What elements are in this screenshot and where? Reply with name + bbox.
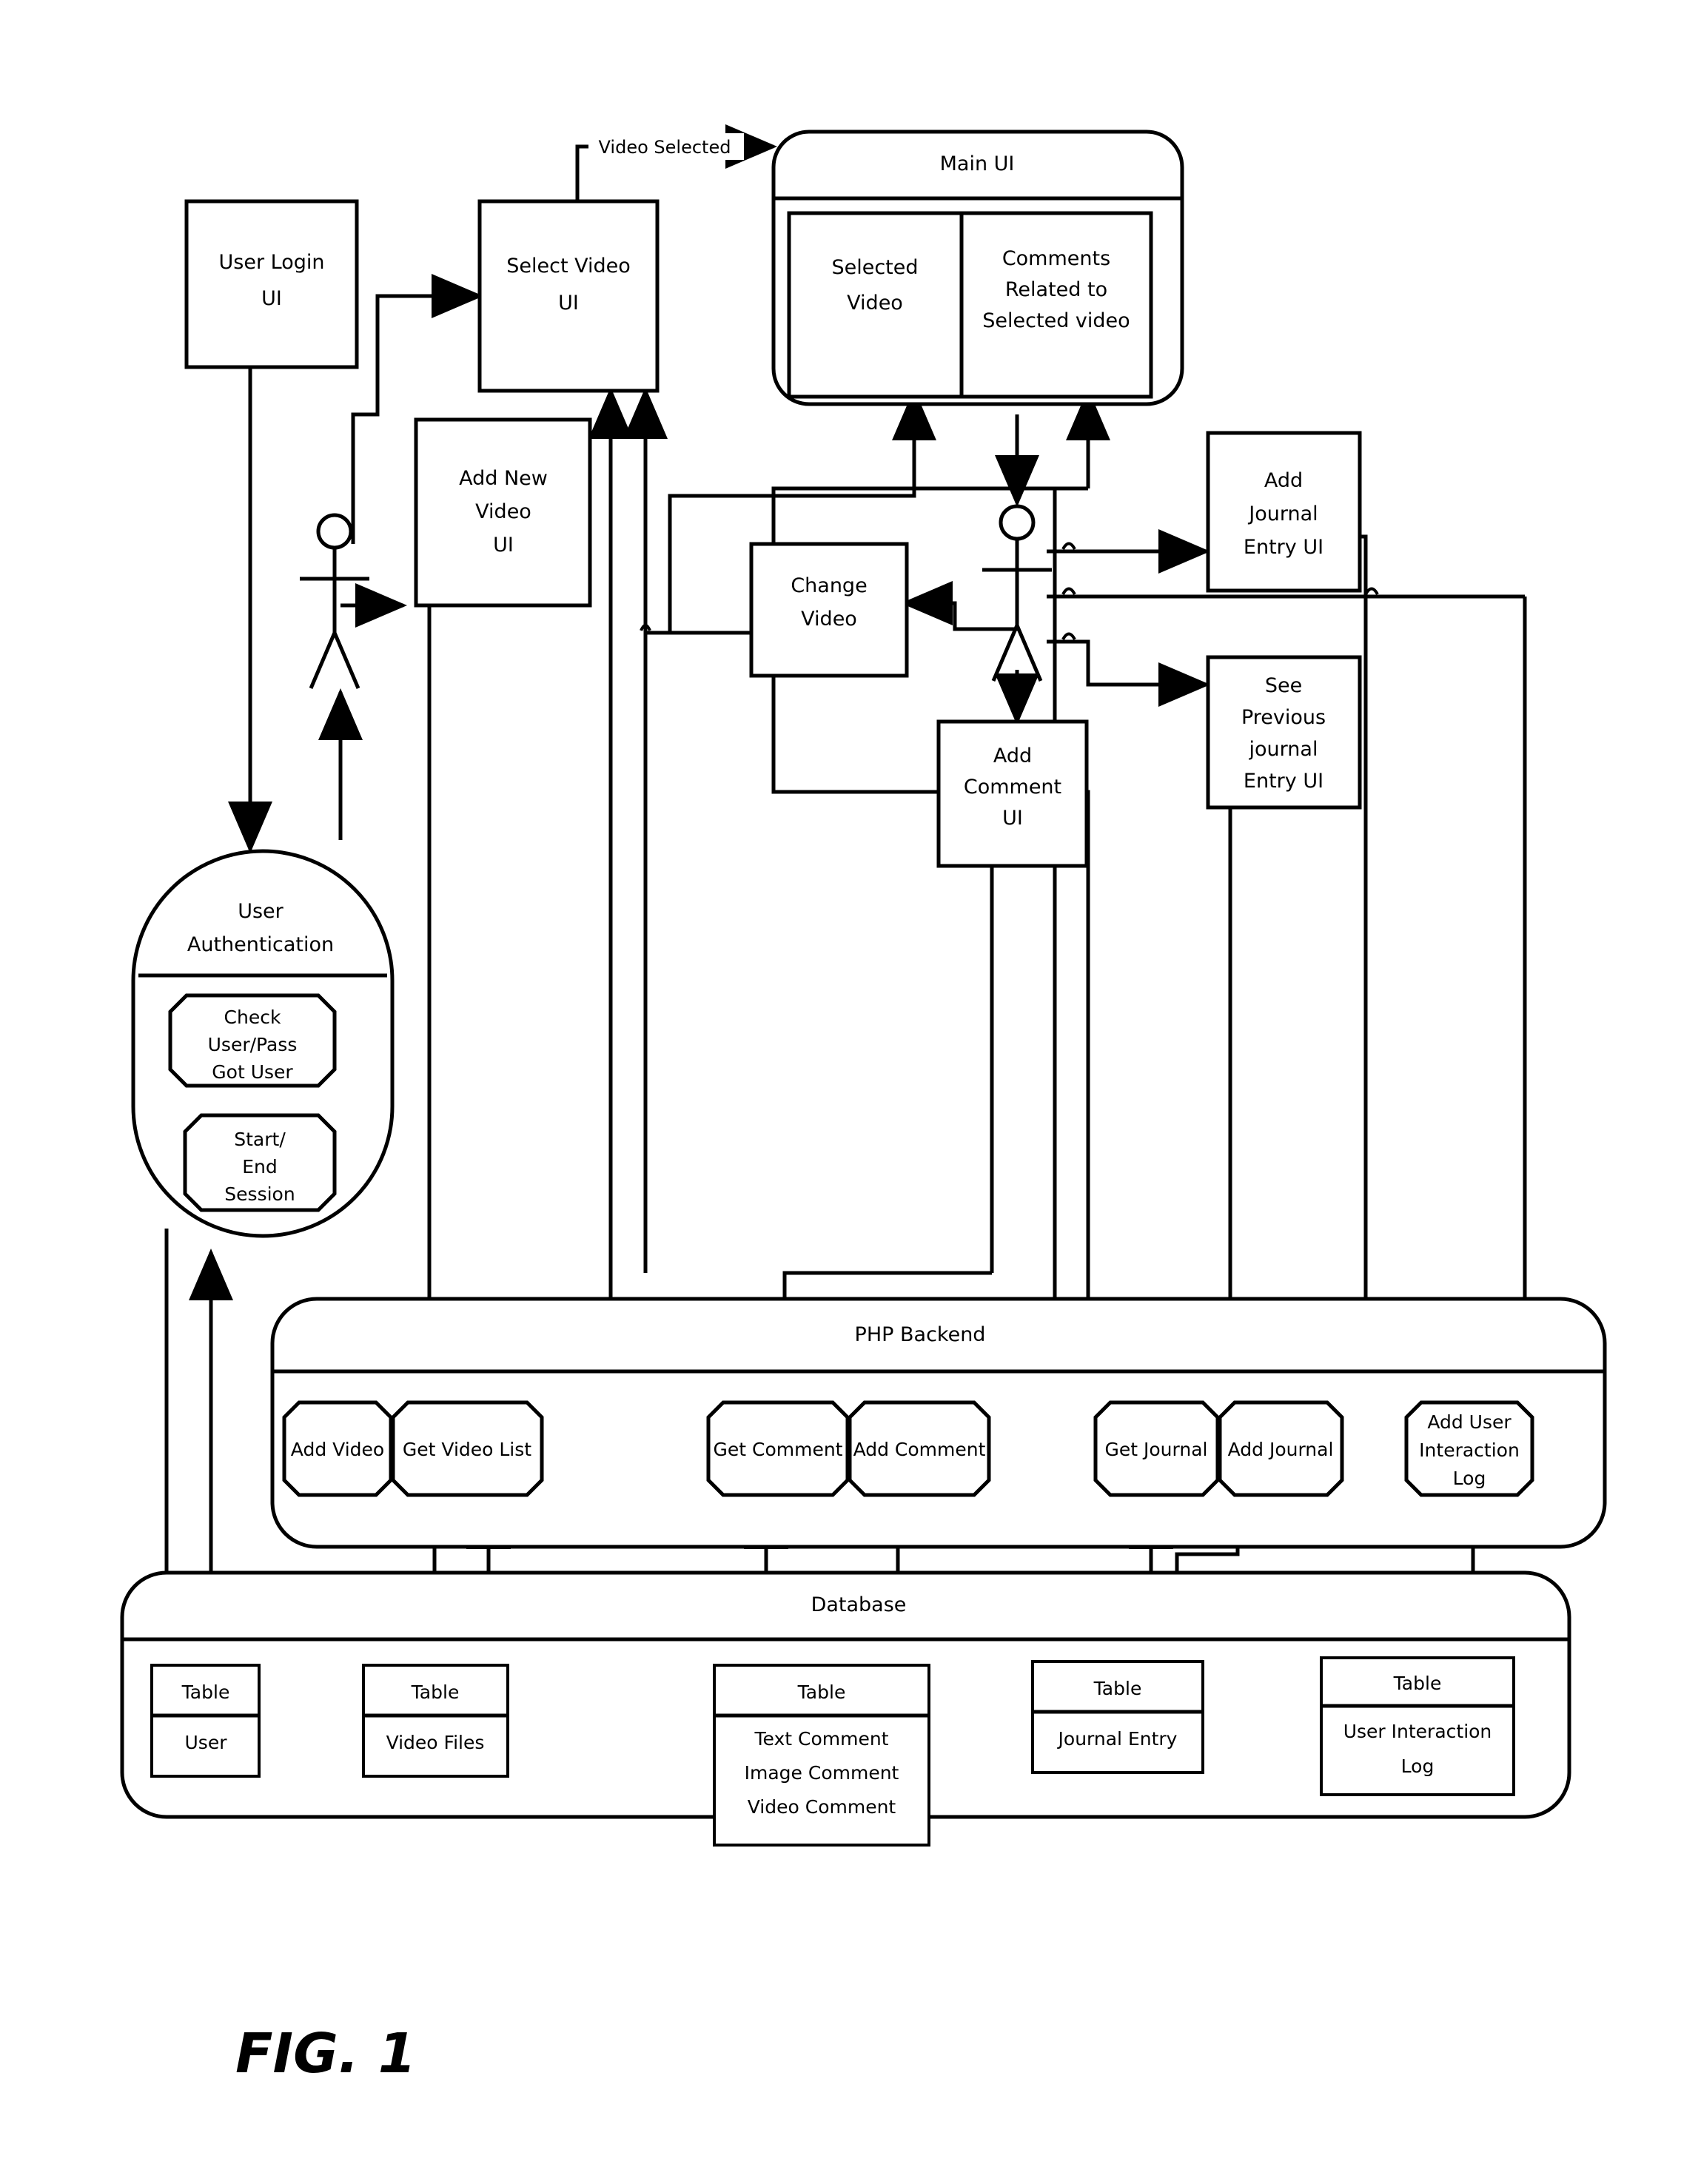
add-journal-entry-ui-label-2: Journal: [1247, 503, 1318, 525]
db-table-comments[interactable]: Table Text Comment Image Comment Video C…: [713, 1664, 930, 1847]
add-comment-ui-label-3: UI: [1002, 807, 1023, 830]
comments-label-1: Comments: [1002, 247, 1110, 270]
add-new-video-ui-label-3: UI: [493, 534, 514, 557]
db-table-user-header: Table: [181, 1681, 230, 1703]
node-add-comment-ui[interactable]: Add Comment UI: [936, 719, 1089, 868]
add-comment-ui-label-2: Comment: [964, 776, 1061, 799]
check-user-pass-label-3: Got User: [212, 1061, 293, 1083]
actor-right-head-icon: [999, 504, 1036, 541]
node-main-ui[interactable]: Main UI Selected Video Comments Related …: [771, 130, 1184, 406]
backend-service-get-journal-label: Get Journal: [1105, 1439, 1208, 1460]
edge-label-video-selected: Video Selected: [588, 133, 744, 160]
db-table-comments-row-2: Image Comment: [745, 1762, 899, 1784]
backend-service-add-comment-label: Add Comment: [853, 1439, 986, 1460]
db-table-user-row-1: User: [185, 1732, 228, 1753]
db-table-video-files-row-1: Video Files: [386, 1732, 485, 1753]
see-previous-journal-label-4: Entry UI: [1244, 770, 1323, 793]
check-user-pass-label-1: Check: [224, 1007, 281, 1028]
db-table-journal-entry-row-1: Journal Entry: [1057, 1728, 1178, 1750]
backend-service-adduserlog-label-3: Log: [1453, 1468, 1486, 1489]
node-add-new-video-ui[interactable]: Add New Video UI: [414, 417, 592, 608]
user-login-ui-label-2: UI: [261, 287, 282, 310]
video-selected-label: Video Selected: [599, 137, 731, 158]
see-previous-journal-label-1: See: [1265, 674, 1302, 697]
see-previous-journal-label-2: Previous: [1241, 706, 1326, 729]
db-table-user[interactable]: Table User: [150, 1664, 261, 1778]
node-user-authentication[interactable]: User Authentication Check User/Pass Got …: [131, 849, 395, 1238]
add-new-video-ui-label-2: Video: [475, 500, 531, 523]
backend-service-add-journal-label: Add Journal: [1228, 1439, 1334, 1460]
add-journal-entry-ui-label-1: Add: [1264, 469, 1303, 492]
db-table-comments-header: Table: [797, 1681, 846, 1703]
change-video-label-2: Video: [801, 608, 857, 631]
add-new-video-ui-label-1: Add New: [459, 467, 548, 490]
user-login-ui-label-1: User Login: [219, 251, 325, 274]
start-end-session-label-3: Session: [224, 1183, 295, 1205]
check-user-pass-label-2: User/Pass: [208, 1034, 298, 1055]
change-video-label-1: Change: [791, 574, 867, 597]
backend-service-get-video-list-label: Get Video List: [403, 1439, 531, 1460]
db-table-journal-entry[interactable]: Table Journal Entry: [1031, 1660, 1204, 1774]
db-table-user-interaction-log-row-2: Log: [1401, 1755, 1435, 1777]
main-ui-title: Main UI: [940, 152, 1015, 175]
php-backend-title: PHP Backend: [855, 1323, 986, 1346]
db-table-comments-row-1: Text Comment: [754, 1728, 889, 1750]
comments-label-3: Selected video: [982, 309, 1130, 332]
database-title: Database: [811, 1593, 907, 1616]
figure-canvas: User Login UI Select Video UI Video Sele…: [0, 0, 1701, 2184]
user-login-ui-box[interactable]: [184, 199, 359, 369]
add-journal-entry-ui-label-3: Entry UI: [1244, 536, 1323, 559]
comments-pane[interactable]: [959, 211, 1153, 399]
node-select-video-ui[interactable]: Select Video UI: [477, 199, 660, 393]
container-database: Database Table User Table Video Files Ta…: [120, 1570, 1571, 1847]
add-comment-ui-label-1: Add: [993, 745, 1032, 767]
db-table-user-interaction-log[interactable]: Table User Interaction Log: [1320, 1656, 1515, 1796]
architecture-diagram: User Login UI Select Video UI Video Sele…: [0, 0, 1701, 2184]
see-previous-journal-label-3: journal: [1249, 738, 1318, 761]
node-user-login-ui[interactable]: User Login UI: [184, 199, 359, 369]
db-table-video-files-header: Table: [411, 1681, 460, 1703]
backend-service-get-comment-label: Get Comment: [714, 1439, 843, 1460]
db-table-comments-row-3: Video Comment: [748, 1796, 896, 1818]
backend-service-adduserlog-label-2: Interaction: [1419, 1439, 1520, 1461]
figure-label: FIG. 1: [235, 2022, 416, 2086]
node-change-video[interactable]: Change Video: [749, 542, 909, 678]
db-table-video-files[interactable]: Table Video Files: [362, 1664, 509, 1778]
db-table-journal-entry-header: Table: [1093, 1678, 1142, 1699]
db-table-user-interaction-log-row-1: User Interaction: [1343, 1721, 1492, 1742]
selected-video-label-2: Video: [847, 292, 903, 315]
db-table-user-interaction-log-header: Table: [1393, 1673, 1442, 1694]
container-php-backend: PHP Backend Add Video Get Video List Get…: [270, 1297, 1607, 1549]
start-end-session-label-1: Start/: [234, 1129, 286, 1150]
node-see-previous-journal-entry-ui[interactable]: See Previous journal Entry UI: [1206, 655, 1362, 810]
start-end-session-label-2: End: [242, 1156, 278, 1177]
selected-video-label-1: Selected: [831, 256, 918, 279]
backend-service-add-video-label: Add Video: [291, 1439, 384, 1460]
select-video-ui-label-1: Select Video: [506, 255, 631, 278]
actor-left-head-icon: [316, 513, 353, 550]
comments-label-2: Related to: [1005, 278, 1107, 301]
backend-service-adduserlog-label-1: Add User: [1427, 1411, 1512, 1433]
user-authentication-label-2: Authentication: [187, 933, 334, 956]
user-authentication-label-1: User: [238, 900, 284, 923]
select-video-ui-label-2: UI: [558, 292, 579, 315]
node-add-journal-entry-ui[interactable]: Add Journal Entry UI: [1206, 431, 1362, 593]
